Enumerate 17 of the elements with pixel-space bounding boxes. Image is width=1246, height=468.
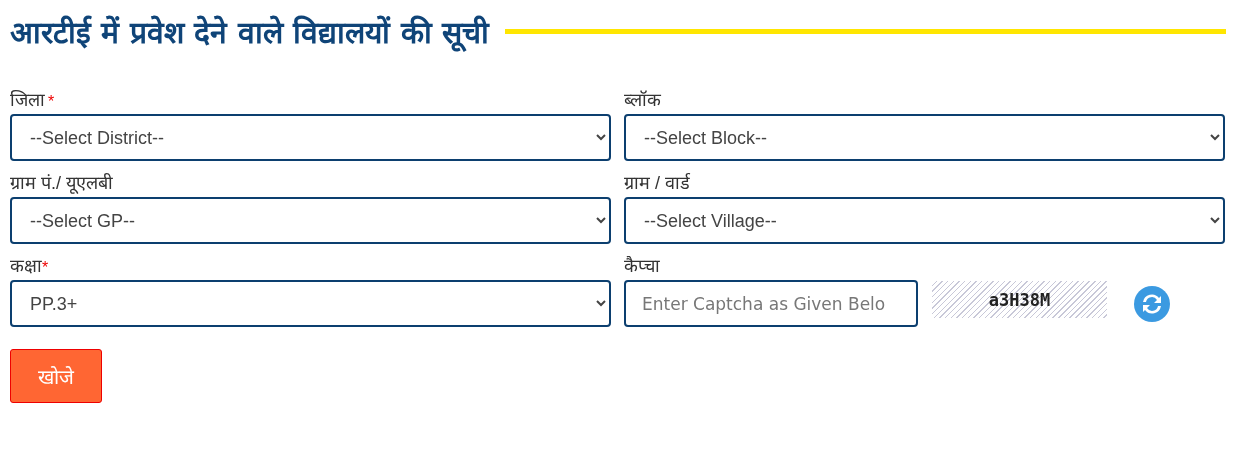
refresh-icon[interactable] [1133,284,1171,323]
captcha-input[interactable]: Enter Captcha as Given Belo [624,280,918,327]
required-mark: * [42,259,49,277]
field-label: ग्राम / वार्ड [624,172,690,194]
required-mark: * [48,93,55,111]
dropdown-field[interactable]: --Select GP-- [10,197,611,244]
field-label: ब्लॉक [624,89,661,111]
field-label: ग्राम पं./ यूएलबी [10,172,113,194]
dropdown-field[interactable]: --Select District-- [10,114,611,161]
field-label: जिला [10,89,45,111]
field-label: कैप्चा [624,255,660,277]
dropdown-field[interactable]: PP.3+ [10,280,611,327]
dropdown-field[interactable]: --Select Village-- [624,197,1225,244]
field-label: कक्षा [10,255,42,277]
dropdown-field[interactable]: --Select Block-- [624,114,1225,161]
page-heading: आरटीई में प्रवेश देने वाले विद्यालयों की सूची [10,13,490,52]
captcha-image: a3H38M [932,281,1107,318]
